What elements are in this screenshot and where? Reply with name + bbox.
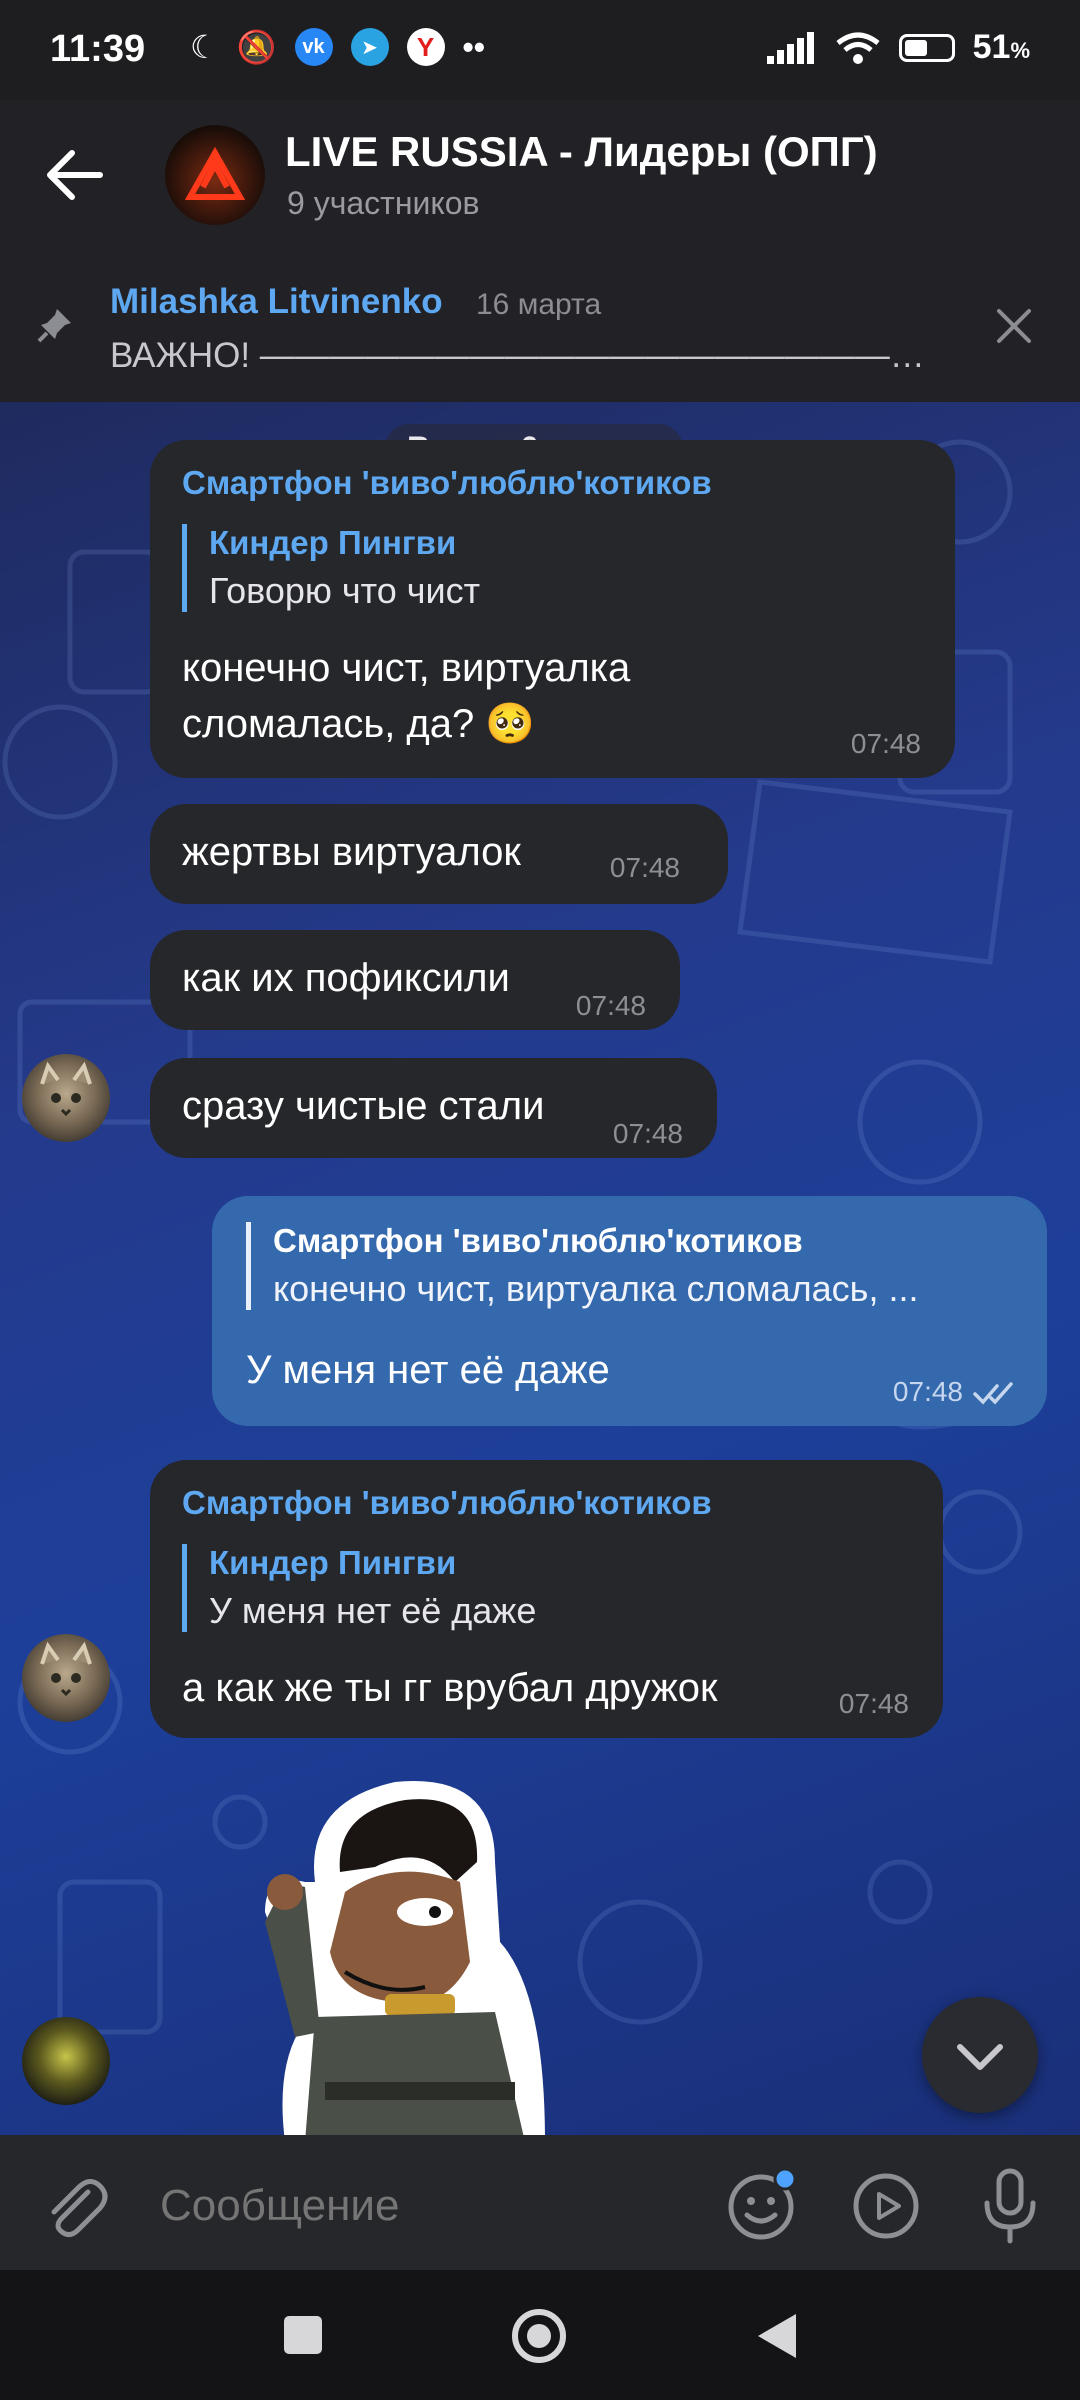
emoji-icon[interactable] <box>725 2167 801 2243</box>
battery-level: 51% <box>972 28 1030 66</box>
telegram-icon: ➤ <box>350 28 389 66</box>
message-text: как их пофиксили <box>182 956 510 1000</box>
message-time: 07:48 <box>612 1118 683 1149</box>
notification-icons: ☾ 🔕 vk ➤ Y •• <box>190 28 485 66</box>
message-time: 07:48 <box>850 728 921 759</box>
message-text: конечно чист, виртуалка сломалась, да? 🥺 <box>182 646 631 746</box>
pinned-author: Milashka Litvinenko <box>110 282 443 321</box>
paperclip-icon[interactable] <box>40 2170 110 2240</box>
reply-text: У меня нет её даже <box>209 1590 537 1631</box>
reply-author: Киндер Пингви <box>209 1544 457 1581</box>
horse-character-sticker[interactable] <box>245 1762 565 2135</box>
pin-icon <box>37 309 71 343</box>
user-avatar[interactable] <box>22 1634 110 1722</box>
user-avatar[interactable] <box>22 2017 110 2105</box>
home-button[interactable] <box>510 2307 568 2365</box>
member-count: 9 участников <box>287 185 480 221</box>
reply-quote[interactable]: Киндер Пингви Говорю что чист <box>182 524 909 612</box>
back-arrow-icon[interactable] <box>40 145 110 205</box>
system-nav-bar <box>0 2270 1080 2400</box>
message-input-bar <box>0 2135 1080 2270</box>
microphone-icon[interactable] <box>975 2165 1045 2245</box>
moon-icon: ☾ <box>190 29 219 65</box>
close-icon[interactable] <box>993 305 1035 347</box>
message-sender[interactable]: Смартфон 'виво'люблю'котиков <box>182 464 712 502</box>
reply-quote[interactable]: Киндер Пингви У меня нет её даже <box>182 1544 909 1632</box>
scroll-down-button[interactable] <box>922 1997 1038 2113</box>
chat-area[interactable]: Вчера, 6 апреля Смартфон 'виво'люблю'кот… <box>0 402 1080 2135</box>
message-text: сразу чистые стали <box>182 1084 545 1128</box>
group-avatar[interactable] <box>165 125 265 225</box>
message-bubble[interactable]: как их пофиксили 07:48 <box>150 930 680 1030</box>
pinned-date: 16 марта <box>476 288 602 321</box>
signal-icon <box>766 31 814 64</box>
cat-avatar-icon <box>40 1061 92 1117</box>
pinned-message[interactable]: Milashka Litvinenko 16 марта ВАЖНО! ————… <box>0 250 1080 402</box>
message-text: жертвы виртуалок <box>182 830 521 874</box>
reply-text: Говорю что чист <box>209 570 481 611</box>
message-bubble[interactable]: Смартфон 'виво'люблю'котиков Киндер Пинг… <box>150 440 955 778</box>
reply-text: конечно чист, виртуалка сломалась, ... <box>273 1268 919 1309</box>
yandex-icon: Y <box>406 28 445 66</box>
message-time: 07:48 <box>892 1376 963 1407</box>
chat-header[interactable]: LIVE RUSSIA - Лидеры (ОПГ) 9 участников <box>0 100 1080 350</box>
recents-button[interactable] <box>284 2316 322 2354</box>
message-time: 07:48 <box>838 1688 909 1719</box>
outgoing-message-bubble[interactable]: Смартфон 'виво'люблю'котиков конечно чис… <box>212 1196 1047 1426</box>
video-message-icon[interactable] <box>850 2170 922 2242</box>
status-time: 11:39 <box>50 28 146 70</box>
message-bubble[interactable]: сразу чистые стали 07:48 <box>150 1058 717 1158</box>
chevron-down-icon <box>957 2044 1003 2070</box>
wifi-icon <box>836 32 880 64</box>
mute-icon: 🔕 <box>236 29 277 65</box>
message-text: а как же ты гг врубал дружок <box>182 1666 718 1710</box>
more-notifications-icon: •• <box>462 28 485 65</box>
reply-author: Киндер Пингви <box>209 524 457 561</box>
message-time: 07:48 <box>609 852 680 883</box>
status-right: 51% <box>766 28 1030 67</box>
chat-title[interactable]: LIVE RUSSIA - Лидеры (ОПГ) <box>285 128 878 176</box>
back-triangle-button[interactable] <box>752 2310 802 2362</box>
message-bubble[interactable]: жертвы виртуалок 07:48 <box>150 804 728 904</box>
message-bubble[interactable]: Смартфон 'виво'люблю'котиков Киндер Пинг… <box>150 1460 943 1738</box>
pinned-text: ВАЖНО! ——————————————————— И... <box>110 336 940 375</box>
user-avatar[interactable] <box>22 1054 110 1142</box>
reply-author: Смартфон 'виво'люблю'котиков <box>273 1222 803 1259</box>
status-bar: 11:39 ☾ 🔕 vk ➤ Y •• 51% <box>0 0 1080 100</box>
message-input[interactable] <box>158 2170 702 2242</box>
message-text: У меня нет её даже <box>246 1348 610 1392</box>
message-sender[interactable]: Смартфон 'виво'люблю'котиков <box>182 1484 712 1522</box>
double-check-icon <box>973 1382 1013 1405</box>
battery-icon <box>898 33 955 62</box>
reply-quote[interactable]: Смартфон 'виво'люблю'котиков конечно чис… <box>246 1222 1013 1310</box>
vk-icon: vk <box>294 28 333 66</box>
cat-avatar-icon <box>40 1641 92 1697</box>
message-time: 07:48 <box>575 990 646 1021</box>
group-logo-icon <box>184 146 246 200</box>
